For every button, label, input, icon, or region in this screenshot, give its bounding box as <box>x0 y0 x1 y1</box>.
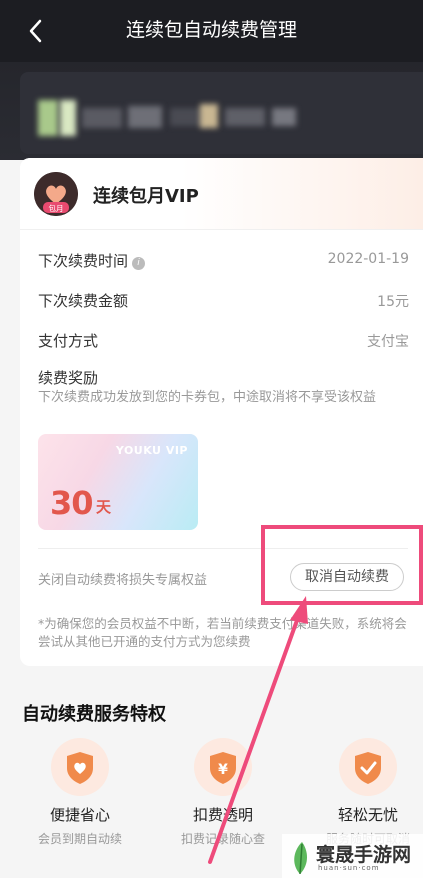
card-header: 包月 连续包月VIP <box>20 158 423 230</box>
watermark-sub: huan·sun·com <box>318 864 380 872</box>
top-bar: 连续包自动续费管理 <box>0 0 423 62</box>
highlight-box <box>261 525 423 605</box>
privilege-convenient: 便捷省心 会员到期自动续 <box>20 738 140 847</box>
privilege-worry-free: 轻松无忧 服务随时可取消 <box>308 738 423 847</box>
blurred-account-info <box>20 72 423 154</box>
privilege-sub: 扣费记录随心查 <box>180 832 265 846</box>
privileges-title: 自动续费服务特权 <box>22 704 166 725</box>
svg-text:¥: ¥ <box>218 762 228 778</box>
info-icon[interactable]: i <box>132 257 146 270</box>
renewal-reward-desc: 下次续费成功发放到您的卡券包，中途取消将不享受该权益 <box>38 390 377 405</box>
watermark-text: 寰晟手游网 <box>316 844 412 866</box>
account-banner <box>0 62 423 160</box>
privilege-transparent: ¥ 扣费透明 扣费记录随心查 <box>163 738 283 847</box>
next-renewal-time-value: 2022-01-19 <box>327 251 409 267</box>
yuan-shield-icon: ¥ <box>194 738 252 796</box>
privilege-name: 轻松无忧 <box>337 806 398 824</box>
check-shield-icon <box>339 738 397 796</box>
privilege-name: 便捷省心 <box>49 806 110 824</box>
vip-plan-name: 连续包月VIP <box>93 186 199 207</box>
next-renewal-time-label: 下次续费时间 <box>38 252 129 270</box>
renewal-reward-label: 续费奖励 <box>38 369 99 387</box>
leaf-logo-icon <box>294 842 307 875</box>
coupon-unit: 天 <box>96 498 112 516</box>
next-renewal-amount-value: 15元 <box>377 294 409 310</box>
loss-warning-text: 关闭自动续费将损失专属权益 <box>38 573 208 588</box>
vip-coupon[interactable]: YOUKU VIP 30 天 <box>38 434 198 530</box>
next-renewal-time-row: 下次续费时间 i <box>38 250 146 271</box>
heart-shield-icon <box>51 738 109 796</box>
coupon-brand: YOUKU VIP <box>115 444 188 457</box>
next-renewal-amount-label: 下次续费金额 <box>38 292 129 310</box>
renewal-notice: *为确保您的会员权益不中断，若当前续费支付渠道失败，系统将会尝试从其他已开通的支… <box>38 616 407 649</box>
privilege-sub: 会员到期自动续 <box>37 832 122 846</box>
avatar-badge-text: 包月 <box>49 203 64 213</box>
page-title: 连续包自动续费管理 <box>125 19 297 41</box>
heart-icon: 包月 <box>34 172 78 216</box>
payment-method-value: 支付宝 <box>367 334 409 350</box>
privilege-name: 扣费透明 <box>192 806 253 824</box>
coupon-days: 30 <box>50 484 94 522</box>
vip-avatar: 包月 <box>34 172 78 216</box>
payment-method-label: 支付方式 <box>38 332 99 350</box>
